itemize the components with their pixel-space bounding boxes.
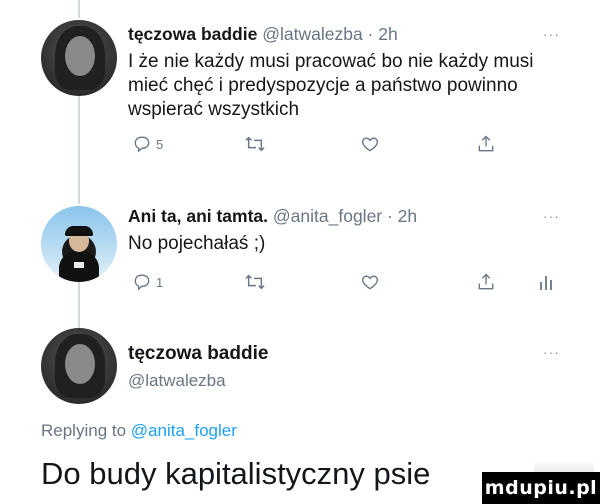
thread-line-1 — [78, 96, 80, 204]
more-icon[interactable]: ··· — [543, 208, 560, 224]
share-button[interactable] — [476, 272, 496, 292]
like-button[interactable] — [360, 272, 380, 292]
display-name[interactable]: Ani ta, ani tamta. — [128, 206, 268, 226]
display-name[interactable]: tęczowa baddie — [128, 343, 268, 365]
avatar-face — [65, 36, 95, 76]
reply-button[interactable]: 5 — [132, 134, 163, 154]
handle[interactable]: @latwalezba — [128, 371, 226, 391]
tweet-header: tęczowa baddie @latwalezbа · 2h — [128, 24, 398, 45]
share-icon — [478, 135, 494, 152]
display-name[interactable]: tęczowa baddie — [128, 24, 257, 44]
replying-to: Replying to @anita_fogler — [41, 421, 237, 441]
avatar-face — [65, 344, 95, 384]
avatar-shirt-logo — [74, 262, 84, 268]
more-icon[interactable]: ··· — [543, 344, 560, 360]
share-icon — [478, 273, 494, 290]
avatar[interactable] — [41, 20, 117, 96]
tweet-actions: 5 — [128, 134, 568, 156]
reply-button[interactable]: 1 — [132, 272, 163, 292]
thread-line-top — [78, 0, 80, 18]
more-icon[interactable]: ··· — [543, 26, 560, 42]
reply-icon — [134, 136, 150, 153]
tweet-header: Ani ta, ani tamta. @anita_fogler · 2h — [128, 206, 417, 227]
replying-prefix: Replying to — [41, 421, 127, 440]
tweet-text: No pojechałaś ;) — [128, 233, 266, 254]
analytics-icon — [540, 276, 552, 290]
handle-time[interactable]: @latwalezbа · 2h — [262, 24, 397, 44]
reply-count: 5 — [156, 136, 164, 152]
handle-time[interactable]: @anita_fogler · 2h — [273, 206, 417, 226]
retweet-icon — [245, 274, 265, 290]
replying-to-link[interactable]: @anita_fogler — [131, 421, 237, 440]
tweet-text: I że nie każdy musi pracować bo nie każd… — [128, 51, 534, 120]
like-button[interactable] — [360, 134, 380, 154]
retweet-icon — [245, 136, 265, 152]
analytics-button[interactable] — [538, 272, 554, 292]
avatar[interactable] — [41, 328, 117, 404]
retweet-button[interactable] — [244, 134, 266, 154]
avatar[interactable] — [41, 206, 117, 282]
tweet-actions: 1 — [128, 272, 568, 294]
site-watermark: mdupiu.pl — [482, 460, 600, 504]
thread-line-2 — [78, 282, 80, 328]
share-button[interactable] — [476, 134, 496, 154]
like-icon — [361, 275, 379, 290]
avatar-cap — [65, 226, 93, 236]
reply-count: 1 — [156, 274, 164, 290]
like-icon — [361, 137, 379, 152]
reply-icon — [134, 274, 150, 291]
reply-text: Do budy kapitalistyczny psie — [41, 456, 431, 491]
retweet-button[interactable] — [244, 272, 266, 292]
